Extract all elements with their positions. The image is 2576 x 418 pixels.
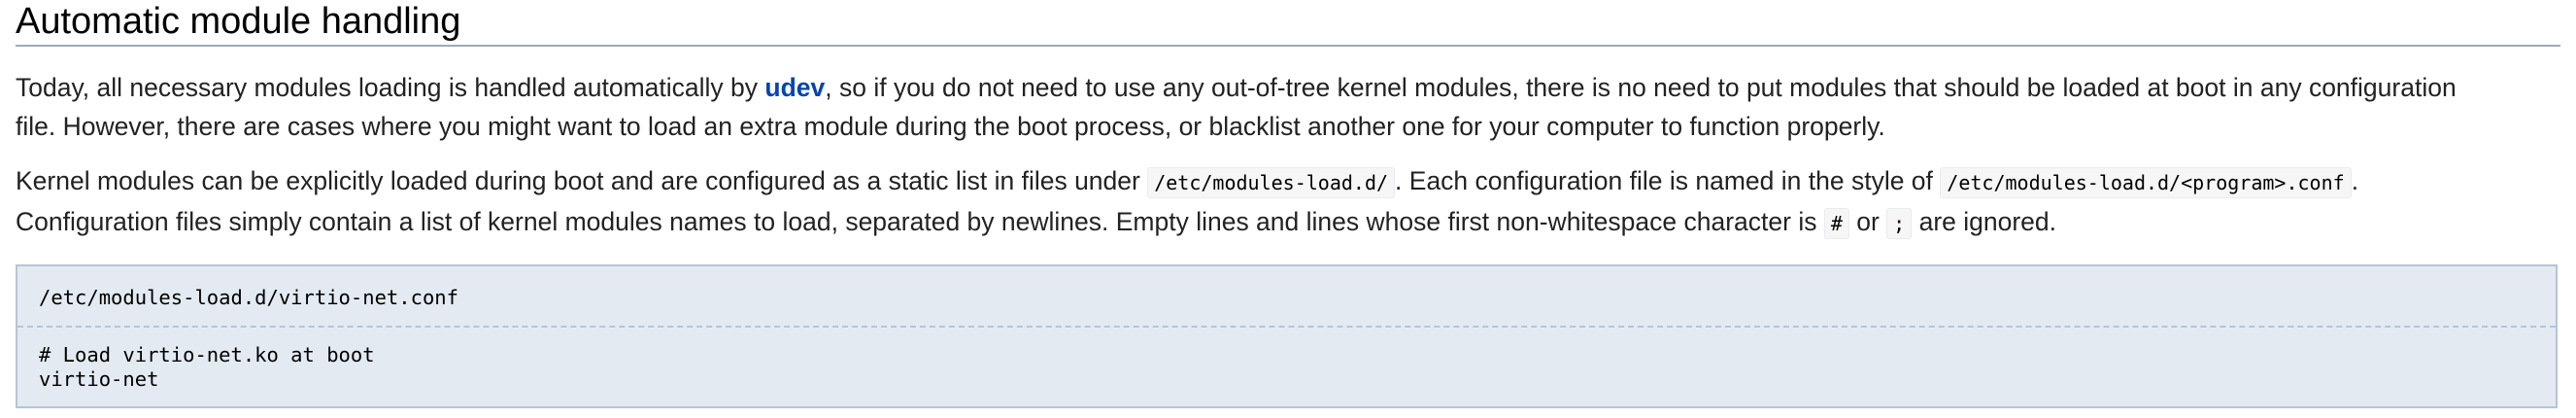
section-heading: Automatic module handling <box>16 0 2560 47</box>
paragraph-text: or <box>1848 207 1887 236</box>
paragraph-text: . <box>2351 166 2359 195</box>
config-file-box: /etc/modules-load.d/virtio-net.conf # Lo… <box>16 264 2558 408</box>
inline-code-hash: # <box>1823 208 1849 239</box>
paragraph-modules-load: Kernel modules can be explicitly loaded … <box>16 161 2560 243</box>
inline-code-modules-load-dir: /etc/modules-load.d/ <box>1147 167 1396 198</box>
inline-code-semicolon: ; <box>1886 208 1913 239</box>
paragraph-text: are ignored. <box>1912 207 2057 236</box>
inline-code-program-conf: /etc/modules-load.d/<program>.conf <box>1940 167 2352 198</box>
paragraph-text: Configuration files simply contain a lis… <box>16 207 1824 236</box>
config-file-name: /etc/modules-load.d/virtio-net.conf <box>17 266 2556 328</box>
code-line: # Load virtio-net.ko at boot <box>39 343 375 366</box>
paragraph-text: . Each configuration file is named in th… <box>1395 166 1941 195</box>
article-content: Automatic module handling Today, all nec… <box>16 0 2560 408</box>
paragraph-udev: Today, all necessary modules loading is … <box>16 68 2560 146</box>
config-file-contents: # Load virtio-net.ko at boot virtio-net <box>17 328 2556 392</box>
code-line: virtio-net <box>39 367 159 391</box>
paragraph-text: , so if you do not need to use any out-o… <box>825 73 2457 102</box>
udev-link[interactable]: udev <box>764 73 825 102</box>
paragraph-text: Today, all necessary modules loading is … <box>16 73 765 102</box>
paragraph-text: file. However, there are cases where you… <box>16 112 1885 141</box>
paragraph-text: Kernel modules can be explicitly loaded … <box>16 166 1148 195</box>
